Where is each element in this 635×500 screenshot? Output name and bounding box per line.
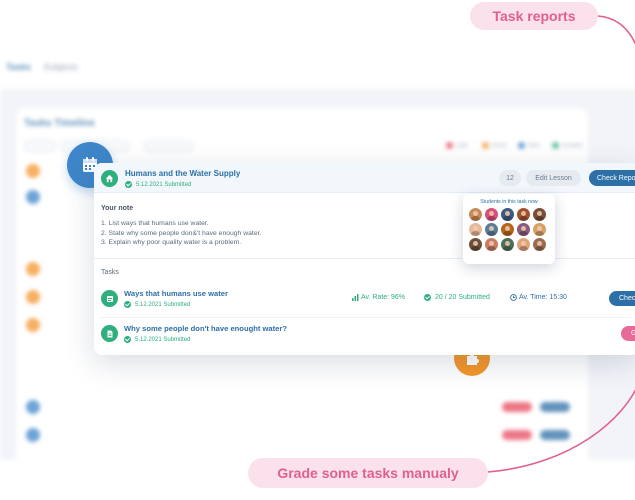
- edit-lesson-button[interactable]: Edit Lesson: [526, 170, 581, 186]
- student-avatar[interactable]: [485, 238, 498, 251]
- count-pill: 12: [499, 170, 521, 186]
- submitted-stat: 20 / 20 Submitted: [424, 294, 490, 301]
- task-separator: [101, 317, 631, 318]
- student-avatar[interactable]: [501, 208, 514, 221]
- student-avatar[interactable]: [517, 223, 530, 236]
- background-tabs: Tasks Subjects: [6, 62, 88, 72]
- students-popup-title: Students in this task now: [480, 199, 538, 205]
- background-legend-item: Graded: [552, 142, 582, 149]
- task-status: 5.12.2021 Submitted: [124, 336, 190, 343]
- check-task-button[interactable]: Check: [609, 291, 635, 306]
- lesson-status: 5.12.2021 Submitted: [125, 181, 191, 188]
- note-list: 1. List ways that humans use water. 2. S…: [101, 219, 261, 248]
- background-filter: [24, 140, 56, 152]
- home-icon: [101, 170, 118, 187]
- student-avatar[interactable]: [485, 208, 498, 221]
- background-tab-subjects: Subjects: [43, 62, 78, 72]
- student-avatar[interactable]: [469, 208, 482, 221]
- lesson-status-label: Submitted: [164, 181, 192, 188]
- check-icon: [124, 301, 131, 308]
- avatar-grid: [469, 208, 551, 251]
- background-legend-item: Done: [482, 142, 506, 149]
- background-filter: [144, 140, 194, 152]
- task-icon: [101, 325, 118, 342]
- task-date: 5.12.2021: [135, 301, 162, 308]
- check-reports-button[interactable]: Check Reports: [589, 170, 635, 186]
- bar-chart-icon: [352, 294, 359, 301]
- avg-time-stat: Av. Time: 15:30: [510, 294, 567, 301]
- task-row[interactable]: Why some people don't have enought water…: [101, 322, 635, 344]
- background-legend-item: Late: [446, 142, 468, 149]
- students-popup: Students in this task now: [463, 194, 555, 264]
- student-avatar[interactable]: [533, 208, 546, 221]
- lesson-header: Humans and the Water Supply 5.12.2021 Su…: [94, 163, 635, 193]
- note-label: Your note: [101, 205, 134, 212]
- avg-rate-stat: Av. Rate: 96%: [352, 294, 405, 301]
- student-avatar[interactable]: [469, 223, 482, 236]
- task-reports-callout: Task reports: [470, 2, 598, 30]
- student-avatar[interactable]: [501, 223, 514, 236]
- background-card-title: Tasks Timeline: [24, 118, 95, 129]
- task-row[interactable]: Ways that humans use water 5.12.2021 Sub…: [101, 287, 635, 309]
- lesson-date: 5.12.2021: [136, 181, 163, 188]
- background-row: [22, 424, 582, 450]
- background-legend-item: New: [518, 142, 540, 149]
- check-icon: [424, 294, 431, 301]
- note-item: 2. State why some people don&'t have eno…: [101, 229, 262, 237]
- clock-icon: [510, 294, 517, 301]
- grade-tasks-callout: Grade some tasks manualy: [248, 458, 488, 488]
- task-status: 5.12.2021 Submitted: [124, 301, 190, 308]
- tasks-label: Tasks: [101, 269, 119, 276]
- check-icon: [125, 181, 132, 188]
- student-avatar[interactable]: [533, 223, 546, 236]
- student-avatar[interactable]: [517, 238, 530, 251]
- student-avatar[interactable]: [469, 238, 482, 251]
- student-avatar[interactable]: [517, 208, 530, 221]
- note-item: 1. List ways that humans use water.: [101, 220, 209, 227]
- student-avatar[interactable]: [501, 238, 514, 251]
- task-date: 5.12.2021: [135, 336, 162, 343]
- student-avatar[interactable]: [485, 223, 498, 236]
- task-status-label: Submitted: [163, 336, 191, 343]
- background-tab-tasks: Tasks: [6, 62, 31, 72]
- note-item: 3. Explain why poor quality water is a p…: [101, 239, 242, 247]
- task-title[interactable]: Why some people don't have enought water…: [124, 324, 287, 333]
- check-icon: [124, 336, 131, 343]
- task-title[interactable]: Ways that humans use water: [124, 289, 228, 298]
- task-status-label: Submitted: [163, 301, 191, 308]
- task-icon: [101, 290, 118, 307]
- grade-task-button[interactable]: Grade: [621, 326, 635, 341]
- student-avatar[interactable]: [533, 238, 546, 251]
- background-topbar: Tasks Subjects: [0, 40, 635, 90]
- background-row: [22, 396, 582, 422]
- lesson-title[interactable]: Humans and the Water Supply: [125, 169, 240, 178]
